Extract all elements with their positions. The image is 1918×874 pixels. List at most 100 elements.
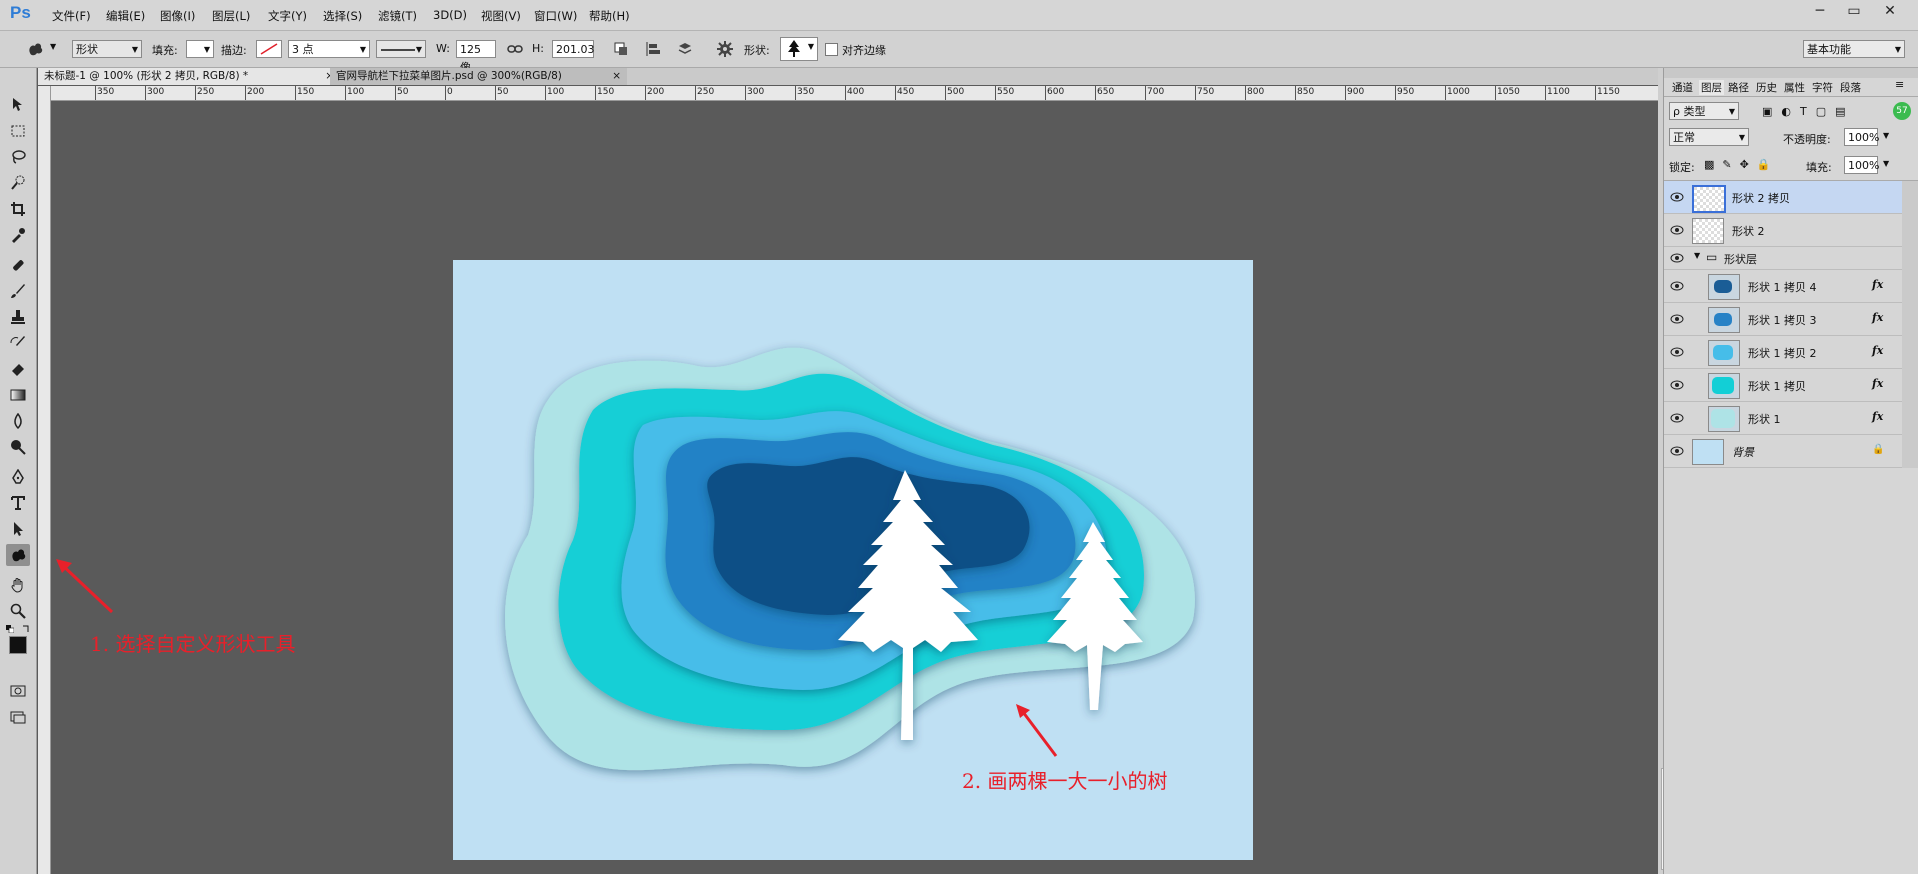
chevron-down-icon[interactable]: ▼ (1883, 159, 1889, 168)
path-operations-icon[interactable] (611, 39, 631, 59)
layers-scrollbar[interactable] (1902, 181, 1918, 468)
quick-selection-tool-icon[interactable] (6, 172, 30, 194)
eye-icon[interactable] (1670, 413, 1684, 423)
layer-row-shape1-copy3[interactable]: 形状 1 拷贝 3 fx (1664, 303, 1902, 336)
layer-row-shape1-copy4[interactable]: 形状 1 拷贝 4 fx (1664, 270, 1902, 303)
eyedropper-tool-icon[interactable] (6, 224, 30, 246)
height-input[interactable]: 201.03 (552, 40, 595, 58)
link-icon[interactable] (505, 39, 525, 59)
minimize-button[interactable]: ─ (1806, 2, 1834, 20)
stroke-width-input[interactable]: 3 点 ▼ (288, 40, 370, 58)
menu-view[interactable]: 视图(V) (481, 8, 521, 24)
crop-tool-icon[interactable] (6, 198, 30, 220)
default-colors-icon[interactable] (6, 623, 15, 634)
tab-paths[interactable]: 路径 (1728, 80, 1749, 95)
stroke-type-select[interactable]: ▼ (376, 40, 426, 58)
fill-input[interactable]: 100% (1844, 156, 1879, 174)
tab-layers[interactable]: 图层 (1699, 80, 1724, 95)
fx-icon[interactable]: fx (1872, 278, 1883, 291)
eye-icon[interactable] (1670, 314, 1684, 324)
layer-row-shape2[interactable]: 形状 2 (1664, 214, 1902, 247)
custom-shape-tool-preset-icon[interactable] (26, 39, 46, 59)
stroke-swatch[interactable] (256, 40, 282, 58)
eye-icon[interactable] (1670, 446, 1684, 456)
tab-paragraph[interactable]: 段落 (1840, 80, 1861, 95)
eye-icon[interactable] (1670, 192, 1684, 202)
layer-row-background[interactable]: 背景 🔒 (1664, 435, 1902, 468)
eye-icon[interactable] (1670, 347, 1684, 357)
screen-mode-icon[interactable] (6, 706, 30, 728)
hand-tool-icon[interactable] (6, 574, 30, 596)
menu-image[interactable]: 图像(I) (160, 8, 195, 24)
eye-icon[interactable] (1670, 380, 1684, 390)
custom-shape-tool-icon[interactable] (6, 544, 30, 566)
close-button[interactable]: ✕ (1876, 2, 1904, 20)
gradient-tool-icon[interactable] (6, 384, 30, 406)
menu-layer[interactable]: 图层(L) (212, 8, 250, 24)
stamp-tool-icon[interactable] (6, 306, 30, 328)
menu-3d[interactable]: 3D(D) (433, 8, 467, 22)
zoom-tool-icon[interactable] (6, 600, 30, 622)
blur-tool-icon[interactable] (6, 410, 30, 432)
lock-icons[interactable]: ▩ ✎ ✥ 🔒 (1704, 158, 1789, 172)
eye-icon[interactable] (1670, 225, 1684, 235)
menu-select[interactable]: 选择(S) (323, 8, 362, 24)
layer-row-shape2-copy[interactable]: 形状 2 拷贝 (1664, 181, 1902, 214)
tab-navigation-psd[interactable]: 官网导航栏下拉菜单图片.psd @ 300%(RGB/8) × (330, 68, 627, 85)
layer-row-shape1-copy2[interactable]: 形状 1 拷贝 2 fx (1664, 336, 1902, 369)
layer-group-shapes[interactable]: ▼ ▭ 形状层 (1664, 247, 1902, 270)
menu-help[interactable]: 帮助(H) (589, 8, 630, 24)
tab-history[interactable]: 历史 (1756, 80, 1777, 95)
tab-untitled-1[interactable]: 未标题-1 @ 100% (形状 2 拷贝, RGB/8) * × (38, 68, 340, 85)
layer-row-shape1[interactable]: 形状 1 fx (1664, 402, 1902, 435)
eraser-tool-icon[interactable] (6, 358, 30, 380)
fx-icon[interactable]: fx (1872, 410, 1883, 423)
width-input[interactable]: 125 像 (456, 40, 496, 74)
path-alignment-icon[interactable] (643, 39, 663, 59)
marquee-tool-icon[interactable] (6, 120, 30, 142)
healing-brush-tool-icon[interactable] (6, 254, 30, 276)
workspace-select[interactable]: 基本功能 ▼ (1803, 40, 1905, 58)
menu-filter[interactable]: 滤镜(T) (378, 8, 417, 24)
foreground-color-swatch[interactable] (9, 636, 27, 654)
eye-icon[interactable] (1670, 281, 1684, 291)
path-selection-tool-icon[interactable] (6, 518, 30, 540)
tab-properties[interactable]: 属性 (1784, 80, 1805, 95)
chevron-down-icon[interactable]: ▼ (1883, 131, 1889, 140)
layer-filter-select[interactable]: ρ 类型 ▼ (1669, 102, 1739, 120)
layer-filter-icons[interactable]: ▣ ◐ T ▢ ▤ (1762, 105, 1872, 119)
close-icon[interactable]: × (612, 68, 621, 85)
fx-icon[interactable]: fx (1872, 311, 1883, 324)
menu-file[interactable]: 文件(F) (52, 8, 91, 24)
menu-type[interactable]: 文字(Y) (268, 8, 307, 24)
history-brush-tool-icon[interactable] (6, 332, 30, 354)
menu-edit[interactable]: 编辑(E) (106, 8, 145, 24)
swap-colors-icon[interactable] (22, 623, 32, 633)
fill-swatch[interactable]: ▼ (186, 40, 214, 58)
brush-tool-icon[interactable] (6, 280, 30, 302)
lasso-tool-icon[interactable] (6, 146, 30, 168)
layer-row-shape1-copy[interactable]: 形状 1 拷贝 fx (1664, 369, 1902, 402)
opacity-input[interactable]: 100% (1844, 128, 1879, 146)
shape-picker[interactable]: ▼ (780, 37, 818, 61)
tab-channels[interactable]: 通道 (1672, 80, 1693, 95)
path-arrangement-icon[interactable] (675, 39, 695, 59)
fx-icon[interactable]: fx (1872, 344, 1883, 357)
tab-character[interactable]: 字符 (1812, 80, 1833, 95)
tool-mode-select[interactable]: 形状 ▼ (72, 40, 142, 58)
panel-menu-icon[interactable]: ≡ (1895, 78, 1904, 91)
gear-icon[interactable] (715, 39, 735, 59)
eye-icon[interactable] (1670, 253, 1684, 263)
menu-window[interactable]: 窗口(W) (534, 8, 577, 24)
restore-button[interactable]: ▭ (1840, 2, 1868, 20)
move-tool-icon[interactable] (6, 94, 30, 116)
chevron-down-icon[interactable]: ▼ (50, 42, 56, 51)
dodge-tool-icon[interactable] (6, 436, 30, 458)
pen-tool-icon[interactable] (6, 466, 30, 488)
quick-mask-icon[interactable] (6, 680, 30, 702)
blend-mode-select[interactable]: 正常 ▼ (1669, 128, 1749, 146)
type-tool-icon[interactable] (6, 492, 30, 514)
align-edges-checkbox[interactable] (825, 43, 838, 56)
fx-icon[interactable]: fx (1872, 377, 1883, 390)
expand-triangle-icon[interactable]: ▼ (1694, 251, 1700, 260)
